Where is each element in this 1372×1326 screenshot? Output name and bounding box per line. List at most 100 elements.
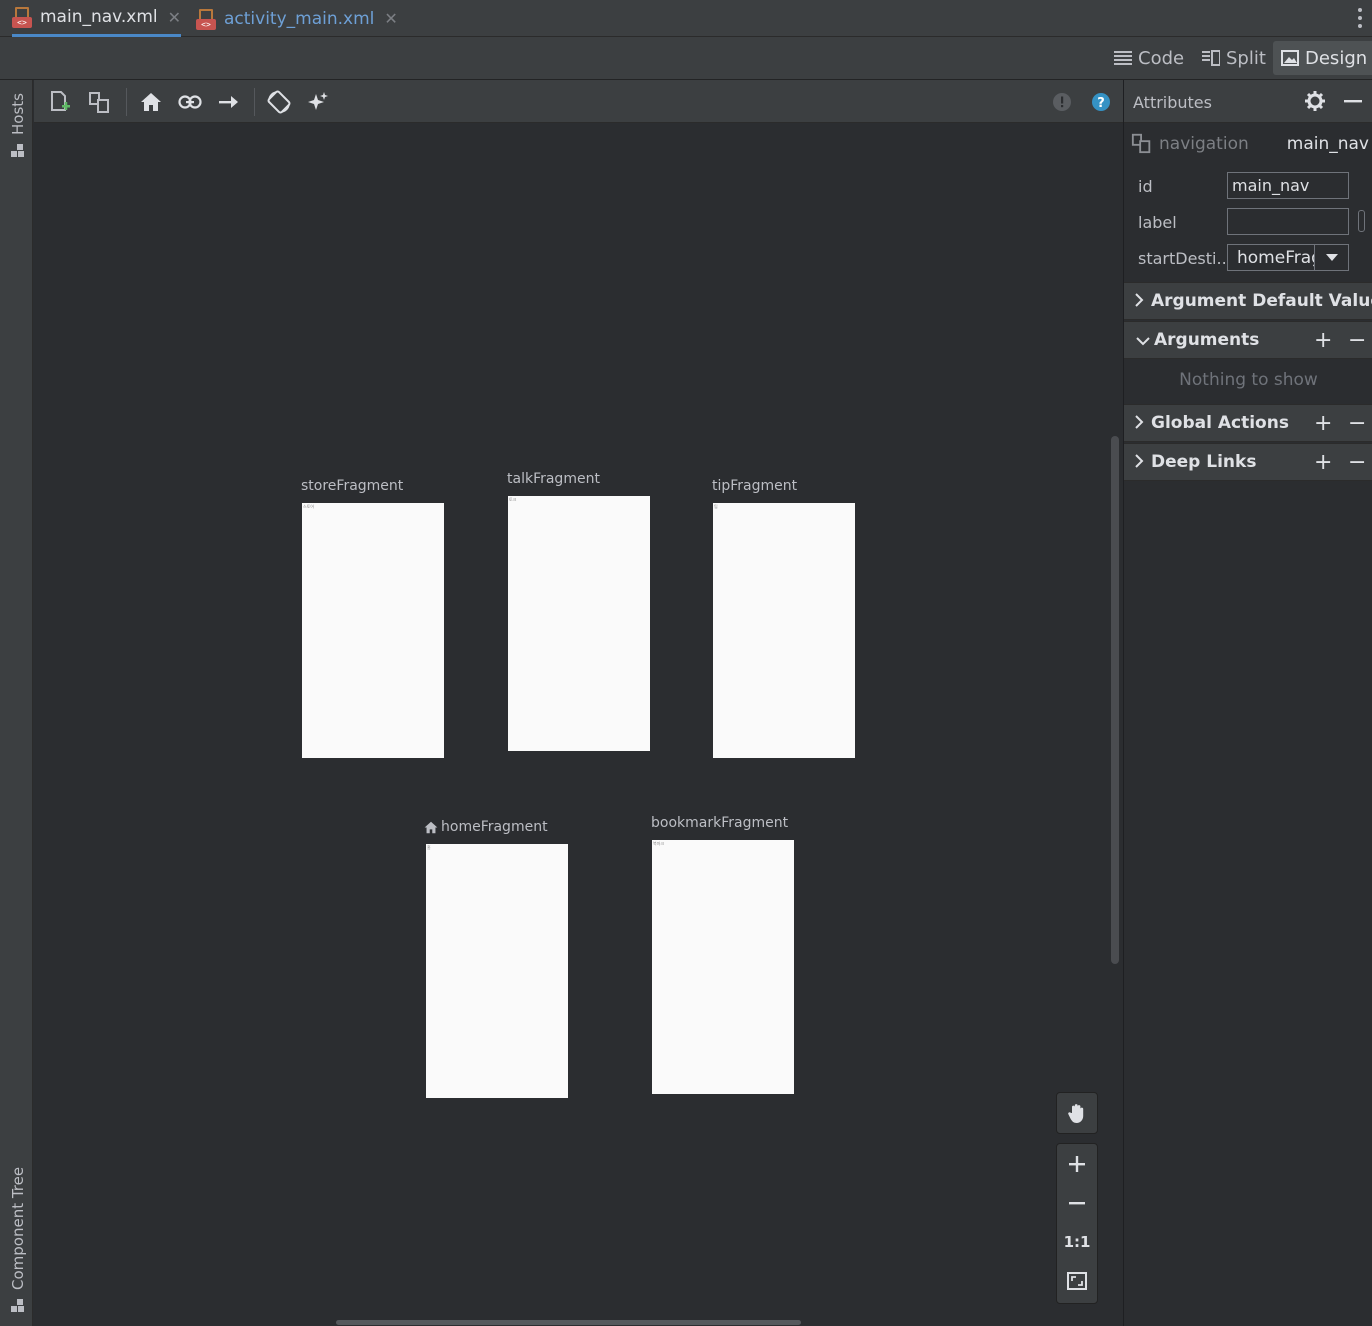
section-title: Arguments: [1154, 330, 1260, 350]
editor-tab-bar: <> main_nav.xml ✕ <> activity_main.xml ✕: [0, 0, 1372, 37]
navigation-graph-canvas[interactable]: storeFragment 스토어 talkFragment 토크 tipFra…: [34, 123, 1123, 1326]
component-type: navigation: [1159, 134, 1249, 154]
pan-hand-icon[interactable]: [1057, 1093, 1097, 1132]
pan-tool-panel: [1056, 1092, 1098, 1134]
more-options-icon[interactable]: [1358, 8, 1362, 28]
section-title: Deep Links: [1151, 452, 1257, 472]
vertical-scrollbar[interactable]: [1111, 436, 1119, 964]
component-id: main_nav: [1286, 134, 1369, 154]
lines-icon: [1114, 51, 1132, 65]
view-mode-bar: Code Split Design: [0, 37, 1372, 80]
destination-label: talkFragment: [507, 471, 600, 487]
image-icon: [1281, 50, 1299, 66]
xml-file-icon: <>: [196, 8, 218, 30]
chevron-right-icon: [1135, 293, 1144, 307]
chevron-down-icon: [1326, 254, 1338, 261]
navigation-editor-toolbar: ?: [34, 80, 1123, 123]
destination-label: tipFragment: [712, 478, 798, 494]
start-destination-value: homeFrag: [1237, 248, 1322, 268]
code-mode-button[interactable]: Code: [1106, 41, 1192, 75]
destination-label: homeFragment: [424, 819, 548, 835]
label-label: label: [1138, 213, 1177, 232]
start-destination-row: startDesti... homeFrag: [1124, 244, 1372, 274]
home-icon[interactable]: [138, 89, 164, 115]
attributes-title: Attributes: [1133, 93, 1212, 112]
chevron-down-icon: [1136, 337, 1150, 346]
close-icon[interactable]: ✕: [168, 8, 181, 27]
destination-talk-fragment[interactable]: 토크: [508, 496, 650, 751]
section-title: Argument Default Values: [1151, 291, 1372, 311]
zoom-to-fit-icon[interactable]: [1057, 1261, 1097, 1300]
destination-label: bookmarkFragment: [651, 815, 789, 831]
horizontal-scrollbar[interactable]: [336, 1320, 801, 1325]
code-label: Code: [1138, 47, 1185, 69]
navigation-graph-icon: [1131, 133, 1151, 154]
svg-text:?: ?: [1097, 96, 1105, 111]
section-arguments[interactable]: Arguments + −: [1124, 321, 1372, 359]
gear-icon[interactable]: [1305, 91, 1325, 111]
section-global-actions[interactable]: Global Actions + −: [1124, 404, 1372, 442]
home-destination-name: homeFragment: [441, 819, 548, 835]
split-icon: [1202, 50, 1220, 66]
section-argument-default-values[interactable]: Argument Default Values: [1124, 282, 1372, 320]
design-mode-button[interactable]: Design: [1273, 41, 1372, 75]
preview-text: 토크: [509, 497, 517, 502]
component-tree-tool-window[interactable]: Component Tree: [9, 1167, 27, 1290]
link-icon[interactable]: [177, 89, 203, 115]
auto-arrange-icon[interactable]: [266, 89, 292, 115]
remove-deep-link-button[interactable]: −: [1348, 450, 1366, 475]
zoom-actual-size-button[interactable]: 1:1: [1057, 1222, 1097, 1261]
zoom-in-icon[interactable]: [1057, 1144, 1097, 1183]
destination-label: storeFragment: [301, 478, 404, 494]
id-row: id main_nav: [1124, 172, 1372, 202]
remove-global-action-button[interactable]: −: [1348, 411, 1366, 436]
nested-graph-icon[interactable]: [87, 89, 113, 115]
destination-bookmark-fragment[interactable]: 북마크: [652, 840, 794, 1094]
label-field[interactable]: [1227, 208, 1349, 235]
split-mode-button[interactable]: Split: [1194, 41, 1274, 75]
destination-home-fragment[interactable]: 홈: [426, 844, 568, 1098]
magic-icon[interactable]: [305, 89, 331, 115]
add-global-action-button[interactable]: +: [1314, 411, 1332, 436]
arrow-right-icon[interactable]: [216, 89, 242, 115]
tab-label: activity_main.xml: [224, 8, 375, 29]
destination-store-fragment[interactable]: 스토어: [302, 503, 444, 758]
close-icon[interactable]: ✕: [384, 9, 397, 28]
component-type-row: navigation main_nav: [1124, 132, 1372, 162]
add-deep-link-button[interactable]: +: [1314, 450, 1332, 475]
section-deep-links[interactable]: Deep Links + −: [1124, 443, 1372, 481]
tab-label: main_nav.xml: [40, 7, 158, 27]
help-icon[interactable]: ?: [1088, 89, 1114, 115]
preview-text: 북마크: [653, 841, 665, 846]
preview-text: 팁: [714, 504, 718, 509]
add-argument-button[interactable]: +: [1314, 328, 1332, 353]
left-tool-strip: Hosts Component Tree: [0, 80, 33, 1326]
remove-argument-button[interactable]: −: [1348, 328, 1366, 353]
new-destination-icon[interactable]: [47, 89, 73, 115]
id-field[interactable]: main_nav: [1227, 172, 1349, 199]
start-destination-label: startDesti...: [1138, 249, 1232, 268]
label-row: label: [1124, 208, 1372, 238]
zoom-out-icon[interactable]: [1057, 1183, 1097, 1222]
tab-activity-main[interactable]: <> activity_main.xml ✕: [196, 0, 398, 37]
minimize-icon[interactable]: [1344, 100, 1362, 104]
tab-main-nav[interactable]: <> main_nav.xml ✕: [12, 0, 182, 37]
hosts-icon[interactable]: [11, 144, 25, 158]
hosts-tool-window[interactable]: Hosts: [9, 93, 27, 135]
zoom-controls-panel: 1:1: [1056, 1143, 1098, 1304]
chevron-right-icon: [1135, 454, 1144, 468]
start-destination-dropdown[interactable]: homeFrag: [1227, 244, 1349, 271]
destination-tip-fragment[interactable]: 팁: [713, 503, 855, 758]
home-icon: [424, 821, 438, 833]
preview-text: 홈: [427, 845, 431, 850]
warning-icon[interactable]: [1049, 89, 1075, 115]
section-title: Global Actions: [1151, 413, 1289, 433]
attributes-panel: Attributes navigation main_nav id main_n…: [1123, 80, 1372, 1326]
split-label: Split: [1226, 47, 1266, 69]
xml-file-icon: <>: [12, 6, 34, 28]
resource-picker-button[interactable]: [1358, 210, 1365, 232]
chevron-right-icon: [1135, 415, 1144, 429]
attributes-header: Attributes: [1124, 80, 1372, 123]
component-tree-icon[interactable]: [11, 1299, 25, 1313]
design-label: Design: [1305, 47, 1368, 69]
